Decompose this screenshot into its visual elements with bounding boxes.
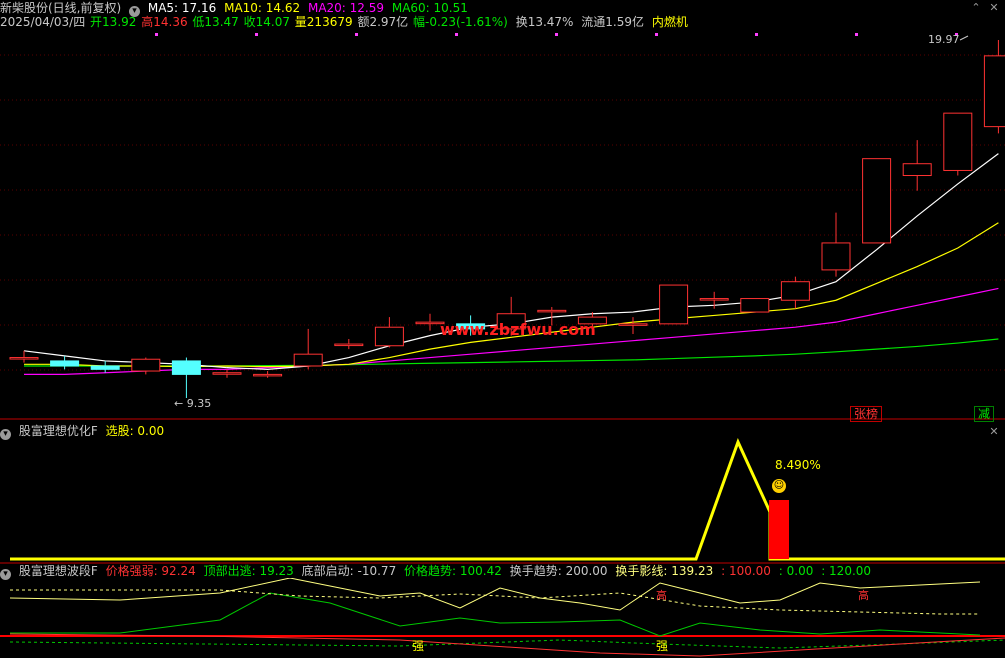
indicator1-percent: 8.490%: [775, 458, 821, 472]
marker-dot: [255, 33, 258, 36]
candle-body: [334, 343, 364, 347]
candle-body: [293, 353, 323, 367]
smiley-icon: ☺: [772, 479, 786, 493]
top-mark-2: 高: [858, 589, 869, 602]
candle-body: [50, 360, 80, 367]
indicator2-v1: 价格强弱: 92.24: [105, 564, 196, 578]
marker-dot: [755, 33, 758, 36]
indicator2-v6: 换手影线: 139.23: [615, 564, 714, 578]
indicator2-v5: 换手趋势: 200.00: [509, 564, 608, 578]
indicator2-green-line: [10, 592, 981, 637]
indicator1-chart[interactable]: [0, 420, 1005, 565]
indicator2-v7: : 100.00: [721, 564, 771, 578]
marker-dot: [655, 33, 658, 36]
indicator1-bar: [769, 500, 789, 559]
candle-body: [699, 298, 729, 301]
strong-mark-2: 强: [656, 639, 669, 653]
candlestick-chart[interactable]: 19.97 ← 9.35: [0, 0, 1005, 420]
indicator2-title: 股富理想波段F: [18, 564, 98, 578]
indicator2-v9: : 120.00: [821, 564, 872, 578]
indicator2-chart[interactable]: [0, 578, 1005, 658]
watermark-text: www.zbzfwu.com: [440, 320, 596, 339]
candle-body: [780, 281, 810, 301]
candle-body: [253, 373, 283, 377]
marker-dot: [555, 33, 558, 36]
marker-dot: [455, 33, 458, 36]
candle-body: [90, 365, 120, 370]
candle-body: [983, 55, 1005, 128]
candle-body: [618, 323, 648, 326]
candle-body: [9, 357, 39, 360]
ma10-line: [24, 222, 999, 368]
top-mark-1: 高: [656, 589, 667, 602]
candle-body: [131, 358, 161, 372]
indicator2-v2: 顶部出逃: 19.23: [203, 564, 294, 578]
candle-body: [374, 326, 404, 347]
candle-body: [902, 163, 932, 177]
candle-body: [740, 298, 770, 313]
strong-mark-1: 强: [412, 639, 425, 653]
candle-body: [943, 112, 973, 171]
candle-body: [821, 242, 851, 271]
indicator1-line: [10, 438, 1005, 561]
low-price-label: ← 9.35: [174, 397, 211, 410]
marker-dot: [355, 33, 358, 36]
candle-body: [171, 360, 201, 375]
candle-body: [537, 309, 567, 313]
marker-dot: [855, 33, 858, 36]
candle-body: [862, 158, 892, 244]
indicator2-v4: 价格趋势: 100.42: [404, 564, 502, 578]
indicator2-dashed-line: [10, 589, 980, 615]
high-price-label: 19.97: [928, 33, 960, 46]
indicator2-v3: 底部启动: -10.77: [301, 564, 397, 578]
ma60-line: [24, 338, 999, 367]
candle-body: [659, 284, 689, 325]
candle-body: [212, 372, 242, 375]
indicator2-yellow-line: [9, 578, 981, 611]
marker-dot: [155, 33, 158, 36]
indicator2-v8: : 0.00: [778, 564, 814, 578]
high-pointer: [959, 35, 969, 41]
